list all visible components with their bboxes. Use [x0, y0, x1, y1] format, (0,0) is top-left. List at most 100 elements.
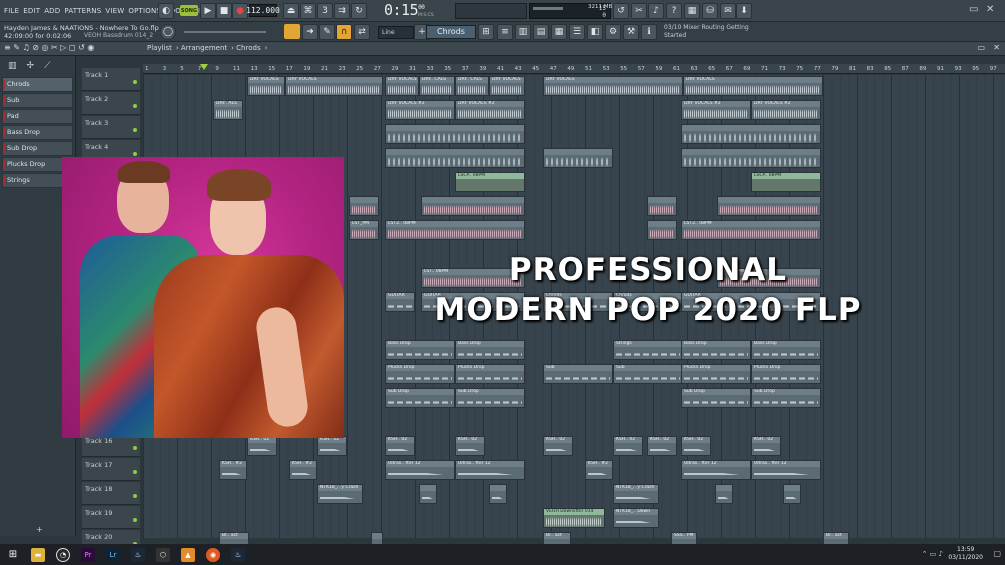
- cut-icon[interactable]: ✂: [631, 3, 647, 19]
- premiere-icon[interactable]: Pr: [81, 547, 95, 562]
- playlist-options-icon[interactable]: ≡ ✎ ♫ ⊘ ◎ ✂ ▷ ◻ ↺ ◉: [4, 43, 94, 52]
- chat-icon[interactable]: ✉: [720, 3, 736, 19]
- audio-clip[interactable]: KSH.. 02: [647, 436, 677, 456]
- audio-clip[interactable]: [647, 196, 677, 216]
- pattern-clip[interactable]: GUITAR: [385, 292, 415, 312]
- file-explorer-icon[interactable]: ▬: [31, 547, 45, 562]
- audio-clip[interactable]: DRY VOCALS #2: [751, 100, 821, 120]
- pattern-selector[interactable]: Chrods: [426, 25, 476, 39]
- pattern-clip[interactable]: Sub: [613, 364, 683, 384]
- firefox-icon[interactable]: ◉: [206, 547, 220, 562]
- audio-clip[interactable]: DRY VOCALS #2: [681, 100, 751, 120]
- audio-clip[interactable]: KSH.. 02: [613, 436, 643, 456]
- playlist-minimize-icon[interactable]: ▭: [977, 43, 985, 52]
- hint-panel[interactable]: 03/10 Mixer Routing Getting Started: [664, 24, 749, 40]
- track-header[interactable]: Track 17: [82, 458, 140, 481]
- audio-clip[interactable]: [681, 148, 821, 168]
- patterns-tab-icon[interactable]: ▥: [8, 61, 17, 71]
- audio-clip[interactable]: [385, 124, 525, 144]
- audio-clip[interactable]: DRY VOCALS #2: [455, 100, 525, 120]
- blend-icon[interactable]: ⇉: [334, 3, 350, 19]
- pattern-clip[interactable]: Sub: [543, 364, 613, 384]
- magnet-snap-icon[interactable]: ∩: [336, 24, 352, 40]
- master-pitch-slider[interactable]: [184, 31, 266, 33]
- pattern-clip[interactable]: Sub Drop: [751, 388, 821, 408]
- audio-clip[interactable]: LST_PM: [349, 220, 379, 240]
- wrench-icon[interactable]: ⚒: [623, 24, 639, 40]
- track-mute-led[interactable]: [133, 128, 137, 132]
- audio-clip[interactable]: KSH.. #2: [585, 460, 613, 480]
- song-mode-indicator[interactable]: SONG: [180, 5, 198, 16]
- pattern-clip[interactable]: Bass Drop: [455, 340, 525, 360]
- audio-clip[interactable]: DRY VOCALS: [247, 76, 285, 96]
- pattern-menu-icon[interactable]: ⊞: [478, 24, 494, 40]
- microphone-icon[interactable]: ♪: [648, 3, 664, 19]
- lightroom-icon[interactable]: Lr: [106, 547, 120, 562]
- system-tray[interactable]: ⌃ ▭ ♪: [922, 550, 943, 558]
- menu-options[interactable]: OPTIONS: [128, 7, 161, 15]
- menu-add[interactable]: ADD: [44, 7, 60, 15]
- pattern-item[interactable]: Pad: [2, 109, 73, 124]
- audio-clip[interactable]: Ultras.. fter 12: [681, 460, 751, 480]
- track-mute-led[interactable]: [133, 470, 137, 474]
- add-track-icon[interactable]: +: [36, 525, 43, 534]
- info-icon[interactable]: ℹ: [641, 24, 657, 40]
- fl-studio-icon[interactable]: ▲: [181, 547, 195, 562]
- audio-clip[interactable]: [647, 220, 677, 240]
- store-icon[interactable]: ⛁: [702, 3, 718, 19]
- arrow-right-icon[interactable]: ➜: [302, 24, 318, 40]
- paint-icon[interactable]: ✎: [319, 24, 335, 40]
- audio-clip[interactable]: KSH.. 02: [317, 436, 347, 456]
- notifications-icon[interactable]: ▢: [993, 549, 1001, 558]
- audio-clip[interactable]: [421, 196, 525, 216]
- audio-clip[interactable]: KSH.. 02: [247, 436, 277, 456]
- menu-edit[interactable]: EDIT: [23, 7, 40, 15]
- audio-clip[interactable]: [543, 148, 613, 168]
- slice-icon[interactable]: ⇄: [354, 24, 370, 40]
- audio-clip[interactable]: Ultras.. fter 12: [385, 460, 455, 480]
- audio-clip[interactable]: [715, 484, 733, 504]
- breadcrumb-playlist[interactable]: Playlist: [147, 44, 172, 52]
- audio-clip[interactable]: KSH.. 02: [385, 436, 415, 456]
- audio-clip[interactable]: LST2.. 08PM: [385, 220, 525, 240]
- track-header[interactable]: Track 1: [82, 68, 140, 91]
- audio-clip[interactable]: Ultras.. fter 12: [751, 460, 821, 480]
- audio-clip[interactable]: DRY VOCALS #2: [385, 100, 455, 120]
- undo-history-icon[interactable]: ↺: [613, 3, 629, 19]
- pattern-item[interactable]: Sub Drop: [2, 141, 73, 156]
- master-volume-knob-icon[interactable]: ◯: [160, 24, 176, 40]
- play-icon[interactable]: ▶: [200, 3, 216, 19]
- help-icon[interactable]: ?: [666, 3, 682, 19]
- track-header[interactable]: Track 18: [82, 482, 140, 505]
- audio-clip[interactable]: DRY VOCALS: [683, 76, 823, 96]
- pattern-song-knob-icon[interactable]: ◐: [158, 3, 174, 19]
- wait-icon[interactable]: ⌘: [300, 3, 316, 19]
- audio-clip[interactable]: [717, 196, 821, 216]
- track-mute-led[interactable]: [133, 104, 137, 108]
- audio-clip[interactable]: DRY VOCALS: [543, 76, 683, 96]
- breadcrumb-pattern[interactable]: Chrods: [236, 44, 260, 52]
- pattern-clip[interactable]: Plucks Drop: [455, 364, 525, 384]
- pattern-item[interactable]: Bass Drop: [2, 125, 73, 140]
- close-icon[interactable]: ✕: [986, 4, 994, 15]
- playlist-close-icon[interactable]: ✕: [993, 43, 1000, 52]
- snap-selector[interactable]: Line: [378, 26, 414, 39]
- mixer-icon[interactable]: ≡: [497, 24, 513, 40]
- audio-clip[interactable]: NTK18_.. y Crash: [613, 484, 659, 504]
- track-mute-led[interactable]: [133, 80, 137, 84]
- pattern-item[interactable]: Sub: [2, 93, 73, 108]
- metronome-icon[interactable]: ⏏: [283, 3, 299, 19]
- pattern-clip[interactable]: Strings: [613, 340, 683, 360]
- pattern-clip[interactable]: Bass Drop: [681, 340, 751, 360]
- pattern-clip[interactable]: Sub Drop: [681, 388, 751, 408]
- timeline-ruler[interactable]: 1 3 5 7 9 11 13 15 17 19 21 23 25 27 29 31 33 35 37 39 41 43 4…: [143, 64, 1005, 74]
- track-mute-led[interactable]: [133, 518, 137, 522]
- audio-clip[interactable]: [681, 124, 821, 144]
- track-header[interactable]: Track 2: [82, 92, 140, 115]
- audio-clip[interactable]: KSH.. 02: [455, 436, 485, 456]
- audio-clip[interactable]: DRY.. ALS: [213, 100, 243, 120]
- pattern-clip[interactable]: Plucks Drop: [751, 364, 821, 384]
- typing-keyboard-icon[interactable]: [284, 24, 300, 39]
- audio-clip[interactable]: NTK18_.. y Crash: [317, 484, 363, 504]
- audio-clip[interactable]: [419, 484, 437, 504]
